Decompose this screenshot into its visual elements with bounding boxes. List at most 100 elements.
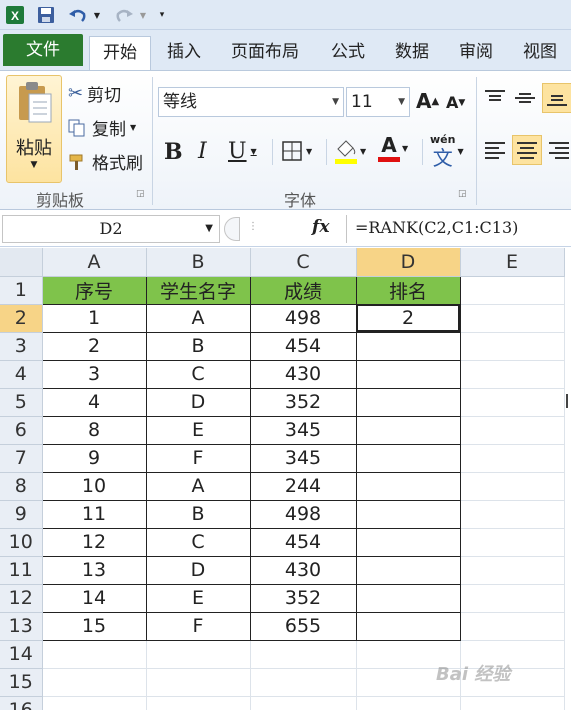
- align-bottom-button[interactable]: [542, 83, 571, 113]
- font-size-combo[interactable]: 11 ▼: [346, 87, 410, 117]
- undo-icon[interactable]: [64, 4, 92, 26]
- cell[interactable]: [460, 500, 565, 529]
- row-header[interactable]: 10: [0, 528, 43, 557]
- redo-icon[interactable]: [110, 4, 138, 26]
- align-center-button[interactable]: [512, 135, 542, 165]
- cell[interactable]: C: [145, 527, 251, 557]
- cell[interactable]: [355, 527, 461, 557]
- cell[interactable]: F: [145, 443, 251, 473]
- cell[interactable]: D: [145, 387, 251, 417]
- cell[interactable]: [460, 444, 565, 473]
- cell[interactable]: 排名: [355, 275, 461, 305]
- cell[interactable]: [460, 696, 565, 710]
- cell[interactable]: [460, 472, 565, 501]
- italic-button[interactable]: I: [198, 139, 207, 164]
- cell[interactable]: 1: [41, 303, 147, 333]
- font-color-dropdown-icon[interactable]: ▼: [402, 144, 408, 153]
- cell[interactable]: B: [145, 331, 251, 361]
- cell[interactable]: 8: [41, 415, 147, 445]
- font-size-dropdown-icon[interactable]: ▼: [398, 88, 405, 116]
- cell[interactable]: [460, 556, 565, 585]
- font-launcher-icon[interactable]: ◲: [458, 189, 467, 199]
- row-header[interactable]: 13: [0, 612, 43, 641]
- save-icon[interactable]: [34, 4, 58, 26]
- row-header[interactable]: 15: [0, 668, 43, 697]
- cell[interactable]: C: [145, 359, 251, 389]
- cell[interactable]: [460, 612, 565, 641]
- tab-file[interactable]: 文件: [3, 34, 83, 66]
- cell[interactable]: [146, 696, 251, 710]
- cell[interactable]: 序号: [41, 275, 147, 305]
- cell[interactable]: [146, 640, 251, 669]
- cell[interactable]: [250, 668, 357, 697]
- fx-icon[interactable]: fx: [312, 217, 329, 237]
- cell[interactable]: [460, 360, 565, 389]
- grow-font-button[interactable]: A ▲: [416, 89, 439, 113]
- cell[interactable]: B: [145, 499, 251, 529]
- cell[interactable]: [355, 331, 461, 361]
- cell[interactable]: [460, 528, 565, 557]
- cell[interactable]: 学生名字: [145, 275, 251, 305]
- cell[interactable]: [42, 640, 147, 669]
- align-middle-button[interactable]: [514, 89, 536, 107]
- align-right-button[interactable]: [548, 141, 570, 159]
- cell[interactable]: [460, 416, 565, 445]
- row-header[interactable]: 14: [0, 640, 43, 669]
- cut-button[interactable]: ✂ 剪切: [68, 81, 121, 106]
- row-header[interactable]: 12: [0, 584, 43, 613]
- underline-dropdown-icon[interactable]: ▼: [251, 147, 257, 156]
- cell[interactable]: 454: [249, 527, 357, 557]
- cell[interactable]: 12: [41, 527, 147, 557]
- column-header-b[interactable]: B: [146, 248, 251, 277]
- formula-bar-splitter[interactable]: [224, 217, 240, 241]
- font-color-button[interactable]: A ▼: [378, 135, 408, 162]
- cell[interactable]: [356, 696, 461, 710]
- cell[interactable]: 655: [249, 611, 357, 641]
- row-header[interactable]: 8: [0, 472, 43, 501]
- row-header[interactable]: 9: [0, 500, 43, 529]
- cell[interactable]: 454: [249, 331, 357, 361]
- cell[interactable]: [42, 696, 147, 710]
- cell[interactable]: F: [145, 611, 251, 641]
- cell[interactable]: 4: [41, 387, 147, 417]
- cell[interactable]: E: [145, 583, 251, 613]
- row-header[interactable]: 11: [0, 556, 43, 585]
- cell[interactable]: 3: [41, 359, 147, 389]
- clipboard-launcher-icon[interactable]: ◲: [136, 189, 145, 199]
- cell[interactable]: [460, 584, 565, 613]
- cell[interactable]: 352: [249, 583, 357, 613]
- cell[interactable]: [355, 471, 461, 501]
- customize-qat-icon[interactable]: ▾: [156, 4, 168, 26]
- cell[interactable]: 244: [249, 471, 357, 501]
- cell[interactable]: [250, 640, 357, 669]
- row-header[interactable]: 7: [0, 444, 43, 473]
- cell[interactable]: [355, 555, 461, 585]
- cell[interactable]: [460, 388, 565, 417]
- formula-input[interactable]: =RANK(C2,C1:C13): [346, 215, 571, 243]
- borders-dropdown-icon[interactable]: ▼: [306, 147, 312, 156]
- row-header[interactable]: 6: [0, 416, 43, 445]
- row-header[interactable]: 4: [0, 360, 43, 389]
- font-name-dropdown-icon[interactable]: ▼: [332, 88, 339, 116]
- underline-button[interactable]: U ▼: [228, 139, 257, 164]
- row-header[interactable]: 2: [0, 304, 43, 333]
- cell[interactable]: [42, 668, 147, 697]
- row-header[interactable]: 5: [0, 388, 43, 417]
- cell[interactable]: [355, 583, 461, 613]
- cell[interactable]: 345: [249, 443, 357, 473]
- tab-home[interactable]: 开始: [89, 36, 151, 70]
- tab-page-layout[interactable]: 页面布局: [222, 36, 308, 70]
- bold-button[interactable]: B: [164, 139, 183, 165]
- cell[interactable]: [355, 359, 461, 389]
- phonetic-dropdown-icon[interactable]: ▼: [457, 147, 463, 156]
- row-header[interactable]: 1: [0, 276, 43, 305]
- select-all-corner[interactable]: [0, 248, 43, 277]
- tab-insert[interactable]: 插入: [158, 36, 210, 70]
- cell[interactable]: 345: [249, 415, 357, 445]
- copy-button[interactable]: 复制 ▼: [68, 115, 136, 140]
- format-painter-button[interactable]: 格式刷: [68, 149, 143, 174]
- cell[interactable]: [355, 415, 461, 445]
- tab-formulas[interactable]: 公式: [322, 36, 374, 70]
- borders-button[interactable]: ▼: [282, 141, 312, 161]
- cell[interactable]: [460, 276, 565, 305]
